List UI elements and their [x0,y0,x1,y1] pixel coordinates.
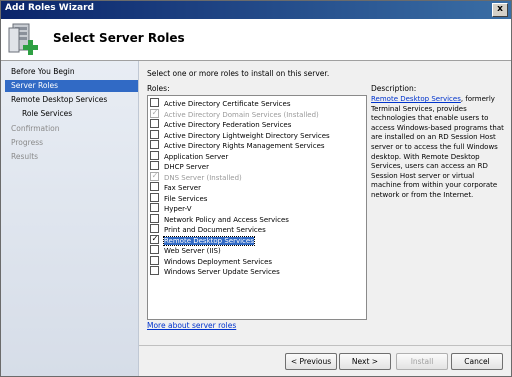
checkbox[interactable] [150,182,159,191]
role-label: Hyper-V [164,205,192,213]
nav-item-confirmation: Confirmation [11,124,60,133]
role-label: Active Directory Certificate Services [164,100,291,108]
checkbox[interactable] [150,255,159,265]
install-button: Install [396,353,448,370]
wizard-header: Select Server Roles [1,19,511,61]
role-item[interactable]: Application Server [150,150,229,161]
role-label: Application Server [164,152,229,161]
role-item[interactable]: Windows Deployment Services [150,255,273,266]
checkbox[interactable] [150,192,159,202]
main-panel: Select one or more roles to install on t… [139,61,511,345]
nav-item-role-services[interactable]: Role Services [5,108,72,120]
checkbox[interactable] [150,224,159,233]
checkbox[interactable] [150,119,159,128]
roles-list: Active Directory Certificate Services ✓ A… [147,95,367,320]
nav-item-server-roles[interactable]: Server Roles [5,80,138,92]
description-text: Remote Desktop Services, formerly Termin… [371,95,506,201]
role-label: Windows Deployment Services [164,257,273,266]
role-label: Active Directory Domain Services (Instal… [164,110,319,119]
previous-button[interactable]: < Previous [285,353,337,370]
more-about-roles-link[interactable]: More about server roles [147,321,236,330]
add-roles-wizard-window: Add Roles Wizard x Select Server Roles B… [0,0,512,377]
role-label: Network Policy and Access Services [164,215,289,224]
role-item[interactable]: Web Server (IIS) [150,245,221,255]
checkbox[interactable] [150,245,159,254]
role-item[interactable]: Windows Server Update Services [150,266,280,276]
role-item[interactable]: Network Policy and Access Services [150,213,289,224]
checkbox[interactable] [150,266,159,275]
checkbox: ✓ [150,107,159,118]
checkbox: ✓ [150,170,159,181]
server-add-icon [8,23,38,55]
checkbox[interactable] [150,213,159,223]
role-label: Windows Server Update Services [164,268,280,276]
role-label: Fax Server [164,184,201,192]
wizard-step-nav: Before You Begin Server Roles Remote Des… [1,61,139,376]
checkbox[interactable] [150,150,159,160]
instruction-text: Select one or more roles to install on t… [147,69,330,78]
nav-item-before-you-begin[interactable]: Before You Begin [5,66,75,78]
wizard-footer: < Previous Next > Install Cancel [139,345,511,376]
role-item[interactable]: Print and Document Services [150,224,266,234]
role-item[interactable]: Active Directory Certificate Services [150,98,290,108]
description-body: , formerly Terminal Services, provides t… [371,95,504,199]
role-label: Active Directory Lightweight Directory S… [164,131,330,140]
role-item[interactable]: ✓ Remote Desktop Services [150,234,255,246]
role-item[interactable]: File Services [150,192,208,203]
role-label: Remote Desktop Services [163,235,255,246]
checkbox[interactable] [150,203,159,212]
roles-label: Roles: [147,84,170,93]
title-bar[interactable]: Add Roles Wizard x [1,1,511,19]
role-label: Print and Document Services [164,226,266,234]
role-item: ✓ Active Directory Domain Services (Insta… [150,107,319,119]
role-item[interactable]: DHCP Server [150,161,209,171]
role-label: Active Directory Rights Management Servi… [164,142,325,150]
role-label: Web Server (IIS) [164,247,221,255]
nav-item-progress: Progress [11,138,44,147]
role-item[interactable]: Active Directory Federation Services [150,119,291,129]
checkbox[interactable] [150,129,159,139]
page-title: Select Server Roles [53,31,185,45]
role-label: DNS Server (Installed) [164,173,242,182]
checkbox[interactable] [150,140,159,149]
role-item: ✓ DNS Server (Installed) [150,170,242,182]
window-title: Add Roles Wizard [5,3,94,13]
role-item[interactable]: Active Directory Lightweight Directory S… [150,129,330,140]
role-item[interactable]: Hyper-V [150,203,192,213]
close-button[interactable]: x [492,3,508,17]
role-label: Active Directory Federation Services [164,121,292,129]
nav-item-results: Results [11,152,39,161]
role-label: File Services [164,194,208,203]
role-label: DHCP Server [164,163,209,171]
checkbox[interactable]: ✓ [150,234,159,244]
cancel-button[interactable]: Cancel [451,353,503,370]
description-link[interactable]: Remote Desktop Services [371,95,461,103]
description-label: Description: [371,84,417,93]
next-button[interactable]: Next > [339,353,391,370]
nav-item-remote-desktop-services[interactable]: Remote Desktop Services [5,94,107,106]
checkbox[interactable] [150,161,159,170]
checkbox[interactable] [150,98,159,107]
role-item[interactable]: Active Directory Rights Management Servi… [150,140,325,150]
role-item[interactable]: Fax Server [150,182,201,192]
